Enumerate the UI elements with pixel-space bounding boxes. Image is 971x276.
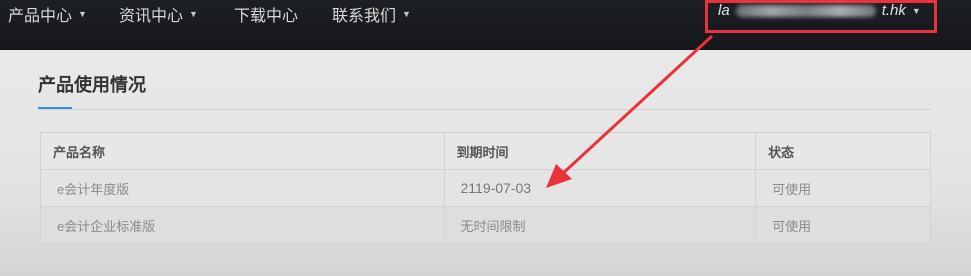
nav-item-contact[interactable]: 联系我们 ▼ [332,2,411,26]
caret-down-icon: ▼ [402,9,411,19]
title-divider [38,109,931,110]
column-header-status: 状态 [755,132,931,170]
table-row: e会计企业标准版 无时间限制 可使用 [40,206,931,244]
column-header-expiry: 到期时间 [443,132,757,170]
section-title: 产品使用情况 [38,75,146,95]
annotation-highlight-box [705,0,937,33]
column-header-product-name: 产品名称 [40,132,445,170]
nav-item-label: 资讯中心 [119,8,184,25]
product-name-cell: e会计企业标准版 [40,206,445,244]
nav-item-label: 下载中心 [234,8,299,25]
nav-item-products[interactable]: 产品中心 ▼ [8,2,87,26]
nav-item-label: 产品中心 [8,8,73,25]
caret-down-icon: ▼ [189,9,198,19]
product-name-cell: e会计年度版 [40,169,445,207]
nav-item-label: 联系我们 [332,8,397,25]
product-usage-table: 产品名称 到期时间 状态 e会计年度版 2119-07-03 可使用 e会计企业… [40,132,931,244]
expiry-cell: 2119-07-03 [443,169,757,207]
nav-item-news[interactable]: 资讯中心 ▼ [119,2,198,26]
status-cell: 可使用 [755,169,931,207]
main-content: 产品使用情况 产品名称 到期时间 状态 e会计年度版 2119-07-03 可使… [0,50,971,276]
expiry-cell: 无时间限制 [443,206,757,244]
table-header-row: 产品名称 到期时间 状态 [40,132,931,170]
caret-down-icon: ▼ [78,9,87,19]
nav-item-downloads[interactable]: 下载中心 [234,2,298,26]
status-cell: 可使用 [755,206,931,244]
table-row: e会计年度版 2119-07-03 可使用 [40,169,931,207]
